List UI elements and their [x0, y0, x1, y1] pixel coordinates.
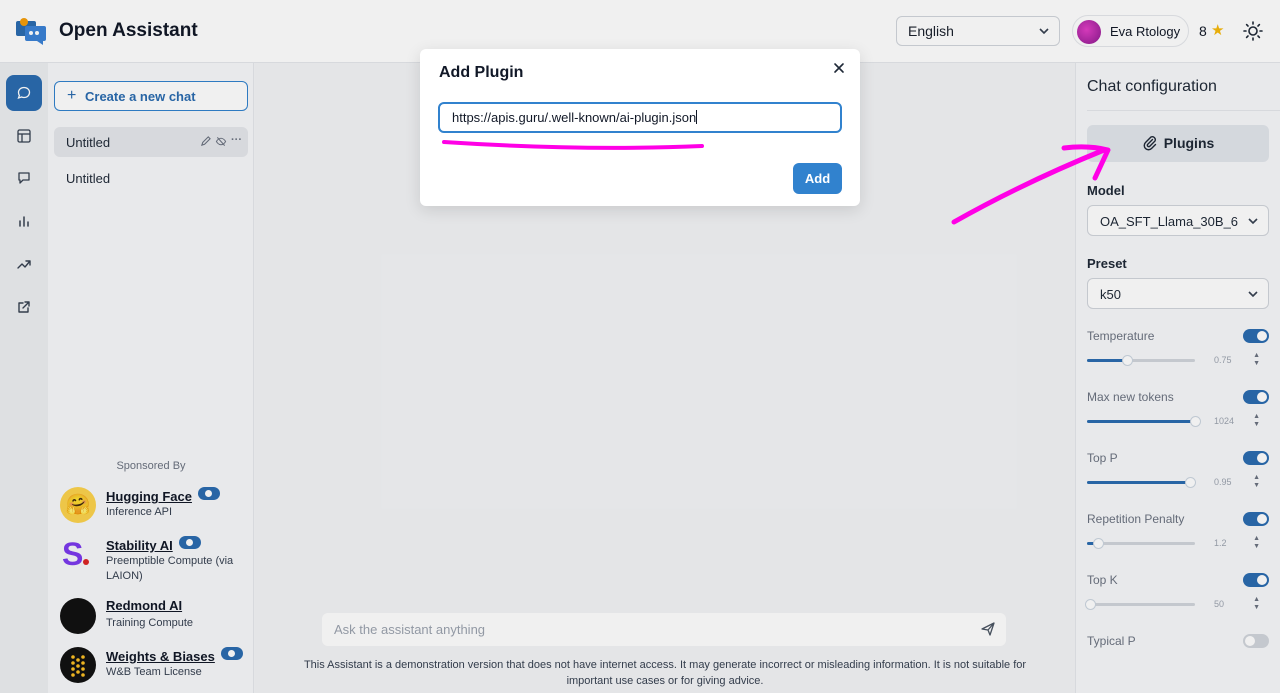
modal-title: Add Plugin	[439, 64, 524, 81]
plugin-url-value: https://apis.guru/.well-known/ai-plugin.…	[452, 110, 697, 125]
add-button[interactable]: Add	[793, 163, 842, 194]
plugin-url-input[interactable]: https://apis.guru/.well-known/ai-plugin.…	[438, 102, 842, 133]
text-cursor	[696, 110, 698, 124]
add-plugin-modal: Add Plugin https://apis.guru/.well-known…	[420, 49, 860, 206]
close-icon[interactable]	[831, 60, 847, 76]
